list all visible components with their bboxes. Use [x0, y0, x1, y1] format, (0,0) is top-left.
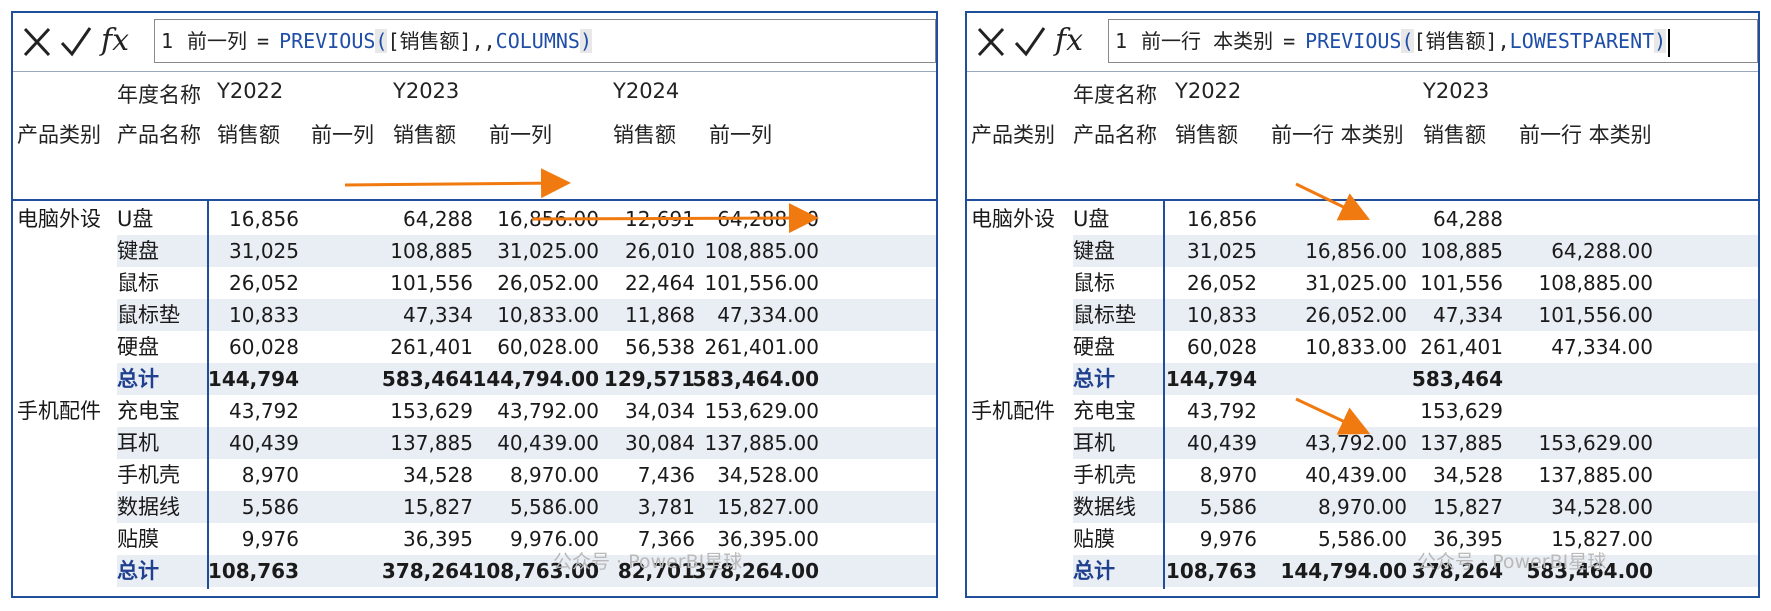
annotation-arrows: [344, 168, 1371, 435]
arrow-right-earphone: [1295, 397, 1371, 435]
arrow-right-keyboard: [1295, 182, 1371, 221]
arrow-keyboard: [531, 203, 819, 234]
arrow-u-disk: [344, 168, 571, 199]
